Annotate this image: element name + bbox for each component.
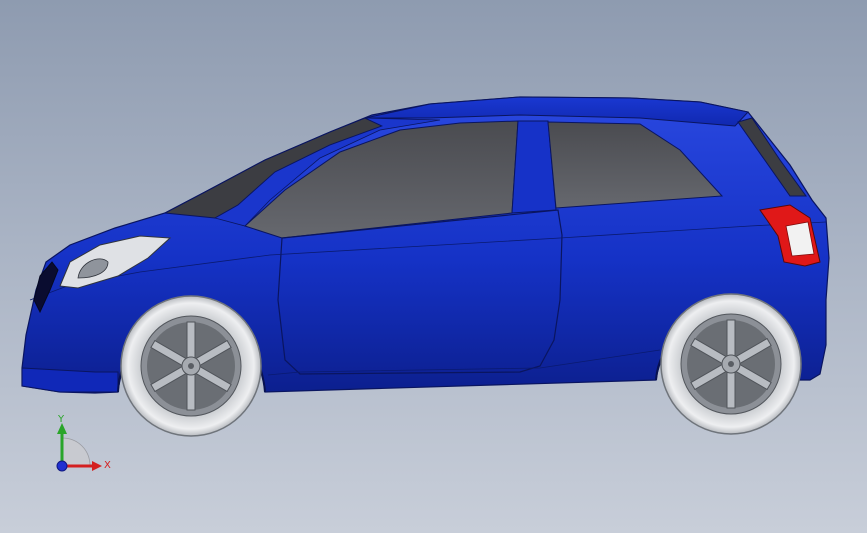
front-bumper: [21, 367, 119, 393]
triad-plane: [61, 437, 91, 467]
y-axis-label: Y: [57, 414, 65, 425]
graphics-viewport[interactable]: Y X: [0, 0, 867, 533]
z-axis-dot: [56, 460, 68, 472]
car-model[interactable]: [0, 0, 867, 533]
orientation-triad: Y X: [56, 414, 111, 472]
x-axis-label: X: [104, 460, 111, 471]
front-wheel[interactable]: [120, 295, 262, 437]
rear-wheel[interactable]: [660, 293, 802, 435]
